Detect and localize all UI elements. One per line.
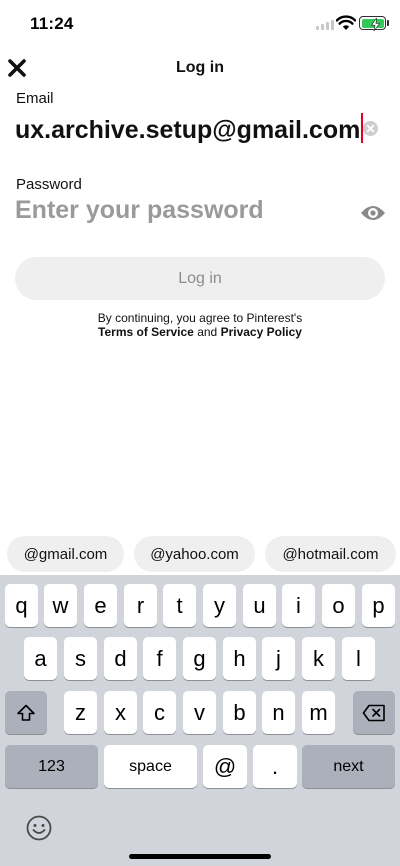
eye-icon[interactable]	[360, 203, 386, 223]
key-m[interactable]: m	[302, 691, 335, 734]
key-j[interactable]: j	[262, 637, 295, 680]
suggestion-yahoo[interactable]: @yahoo.com	[134, 536, 255, 572]
key-u[interactable]: u	[243, 584, 276, 627]
next-key[interactable]: next	[302, 745, 395, 788]
shift-icon	[17, 704, 35, 721]
key-e[interactable]: e	[84, 584, 117, 627]
key-l[interactable]: l	[342, 637, 375, 680]
key-d[interactable]: d	[104, 637, 137, 680]
key-c[interactable]: c	[143, 691, 176, 734]
key-w[interactable]: w	[44, 584, 77, 627]
key-s[interactable]: s	[64, 637, 97, 680]
key-q[interactable]: q	[5, 584, 38, 627]
key-y[interactable]: y	[203, 584, 236, 627]
battery-cap	[387, 20, 389, 26]
numbers-key[interactable]: 123	[5, 745, 98, 788]
backspace-key[interactable]	[353, 691, 395, 734]
key-o[interactable]: o	[322, 584, 355, 627]
key-v[interactable]: v	[183, 691, 216, 734]
key-i[interactable]: i	[282, 584, 315, 627]
battery-icon	[359, 16, 386, 31]
key-b[interactable]: b	[223, 691, 256, 734]
wifi-icon	[336, 15, 356, 30]
key-h[interactable]: h	[223, 637, 256, 680]
legal-text: By continuing, you agree to Pinterest's …	[0, 311, 400, 339]
email-label: Email	[16, 90, 54, 107]
status-bar: 11:24	[0, 0, 400, 46]
cellular-signal-icon	[316, 20, 334, 30]
password-label: Password	[16, 176, 82, 193]
key-t[interactable]: t	[163, 584, 196, 627]
password-field[interactable]	[15, 196, 345, 225]
charging-bolt-icon	[370, 17, 380, 31]
status-time: 11:24	[30, 14, 74, 33]
email-value: ux.archive.setup@gmail.com	[15, 116, 361, 144]
email-field[interactable]: ux.archive.setup@gmail.com	[15, 113, 364, 145]
home-indicator[interactable]	[129, 854, 271, 859]
backspace-icon	[362, 704, 385, 721]
login-button[interactable]: Log in	[15, 257, 385, 300]
shift-key[interactable]	[5, 691, 47, 734]
at-key[interactable]: @	[203, 745, 247, 788]
clear-icon[interactable]	[363, 121, 378, 136]
suggestion-hotmail[interactable]: @hotmail.com	[265, 536, 396, 572]
email-suggestions: @gmail.com @yahoo.com @hotmail.com	[7, 536, 396, 572]
key-g[interactable]: g	[183, 637, 216, 680]
legal-and: and	[197, 325, 218, 339]
key-r[interactable]: r	[124, 584, 157, 627]
space-key[interactable]: space	[104, 745, 197, 788]
key-a[interactable]: a	[24, 637, 57, 680]
key-f[interactable]: f	[143, 637, 176, 680]
key-k[interactable]: k	[302, 637, 335, 680]
keyboard: q w e r t y u i o p a s d f g h j k l z …	[0, 575, 400, 866]
legal-line: By continuing, you agree to Pinterest's	[97, 311, 303, 325]
dot-key[interactable]: .	[253, 745, 297, 788]
page-title: Log in	[176, 59, 224, 76]
suggestion-gmail[interactable]: @gmail.com	[7, 536, 124, 572]
emoji-icon[interactable]	[26, 815, 52, 841]
terms-link[interactable]: Terms of Service	[98, 325, 194, 339]
key-n[interactable]: n	[262, 691, 295, 734]
key-p[interactable]: p	[362, 584, 395, 627]
key-x[interactable]: x	[104, 691, 137, 734]
privacy-link[interactable]: Privacy Policy	[221, 325, 302, 339]
key-z[interactable]: z	[64, 691, 97, 734]
